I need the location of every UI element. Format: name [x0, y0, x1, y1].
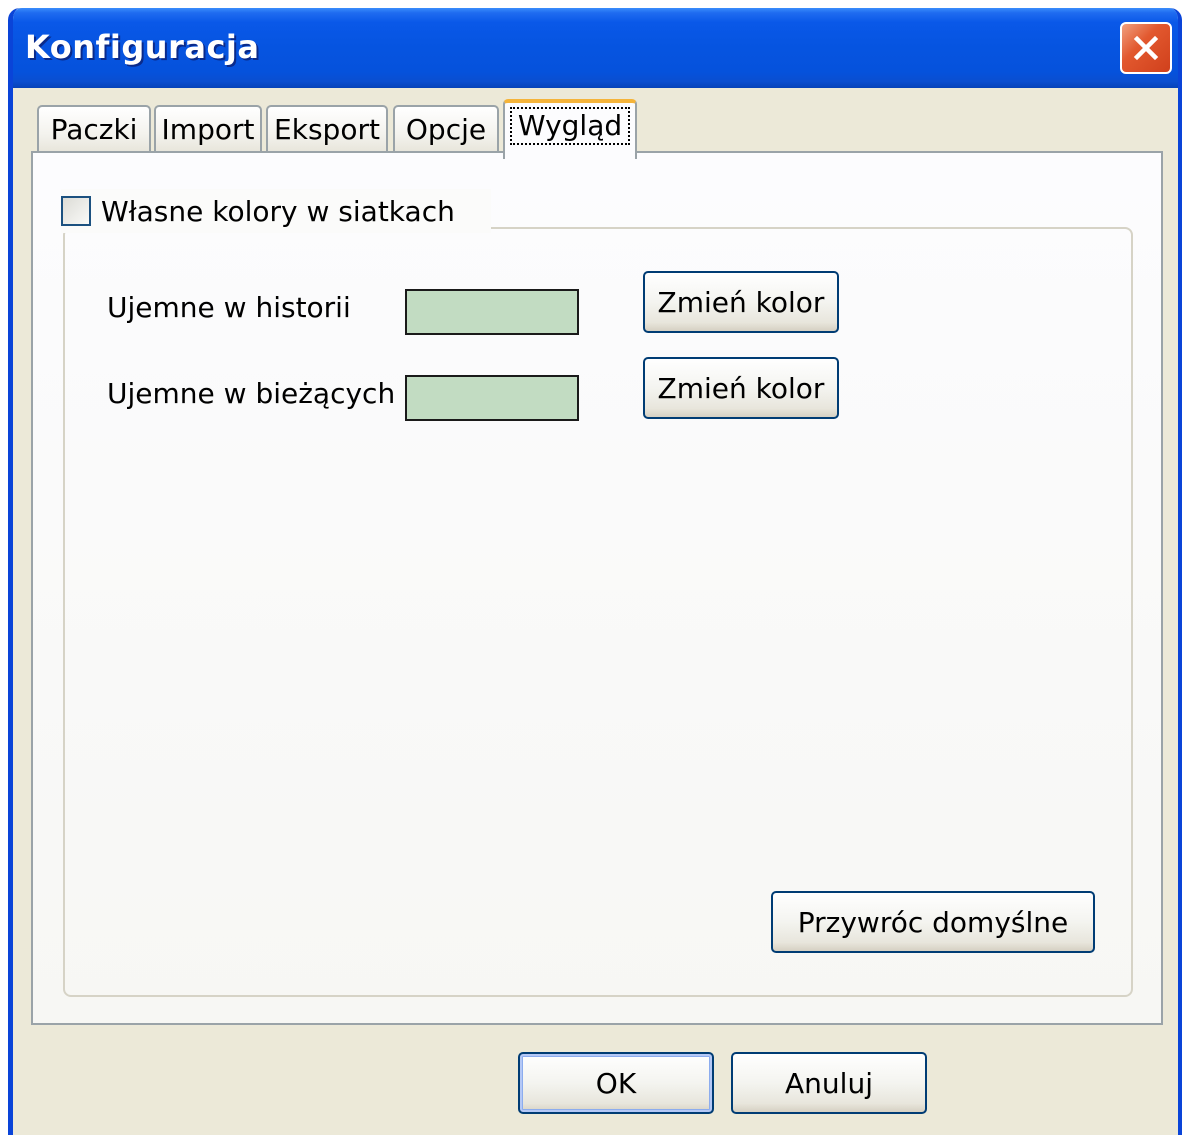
tab-label: Import: [161, 112, 255, 146]
history-negative-swatch: [405, 289, 579, 335]
close-button[interactable]: [1120, 22, 1172, 74]
title-bar[interactable]: Konfiguracja: [13, 8, 1178, 88]
config-dialog: Konfiguracja Paczki Import Eksport Opcje…: [8, 8, 1182, 1135]
button-label: Anuluj: [785, 1066, 873, 1100]
button-label: Zmień kolor: [657, 371, 825, 405]
tab-import[interactable]: Import: [154, 105, 262, 151]
button-label: Zmień kolor: [657, 285, 825, 319]
custom-colors-option[interactable]: Własne kolory w siatkach: [61, 189, 491, 233]
custom-colors-checkbox[interactable]: [61, 196, 91, 226]
cancel-button[interactable]: Anuluj: [731, 1052, 927, 1114]
tab-eksport[interactable]: Eksport: [266, 105, 388, 151]
ok-button[interactable]: OK: [518, 1052, 714, 1114]
tab-wyglad[interactable]: Wygląd: [503, 99, 637, 159]
tab-label: Eksport: [274, 112, 380, 146]
button-label: Przywróc domyślne: [797, 905, 1069, 939]
restore-defaults-button[interactable]: Przywróc domyślne: [771, 891, 1095, 953]
close-icon: [1133, 35, 1159, 61]
window-title: Konfiguracja: [25, 28, 260, 66]
custom-colors-label: Własne kolory w siatkach: [101, 194, 455, 228]
tab-panel-wyglad: Własne kolory w siatkach Ujemne w histor…: [31, 151, 1163, 1025]
tab-label: Paczki: [50, 112, 138, 146]
tab-label: Opcje: [405, 112, 487, 146]
history-negative-label: Ujemne w historii: [107, 291, 351, 324]
button-label: OK: [595, 1066, 637, 1100]
change-current-color-button[interactable]: Zmień kolor: [643, 357, 839, 419]
colors-groupbox: Ujemne w historii Zmień kolor Ujemne w b…: [63, 227, 1133, 997]
tab-label: Wygląd: [509, 107, 631, 145]
change-history-color-button[interactable]: Zmień kolor: [643, 271, 839, 333]
current-negative-label: Ujemne w bieżących: [107, 377, 396, 410]
current-negative-swatch: [405, 375, 579, 421]
tab-opcje[interactable]: Opcje: [393, 105, 499, 151]
tab-paczki[interactable]: Paczki: [37, 105, 151, 151]
